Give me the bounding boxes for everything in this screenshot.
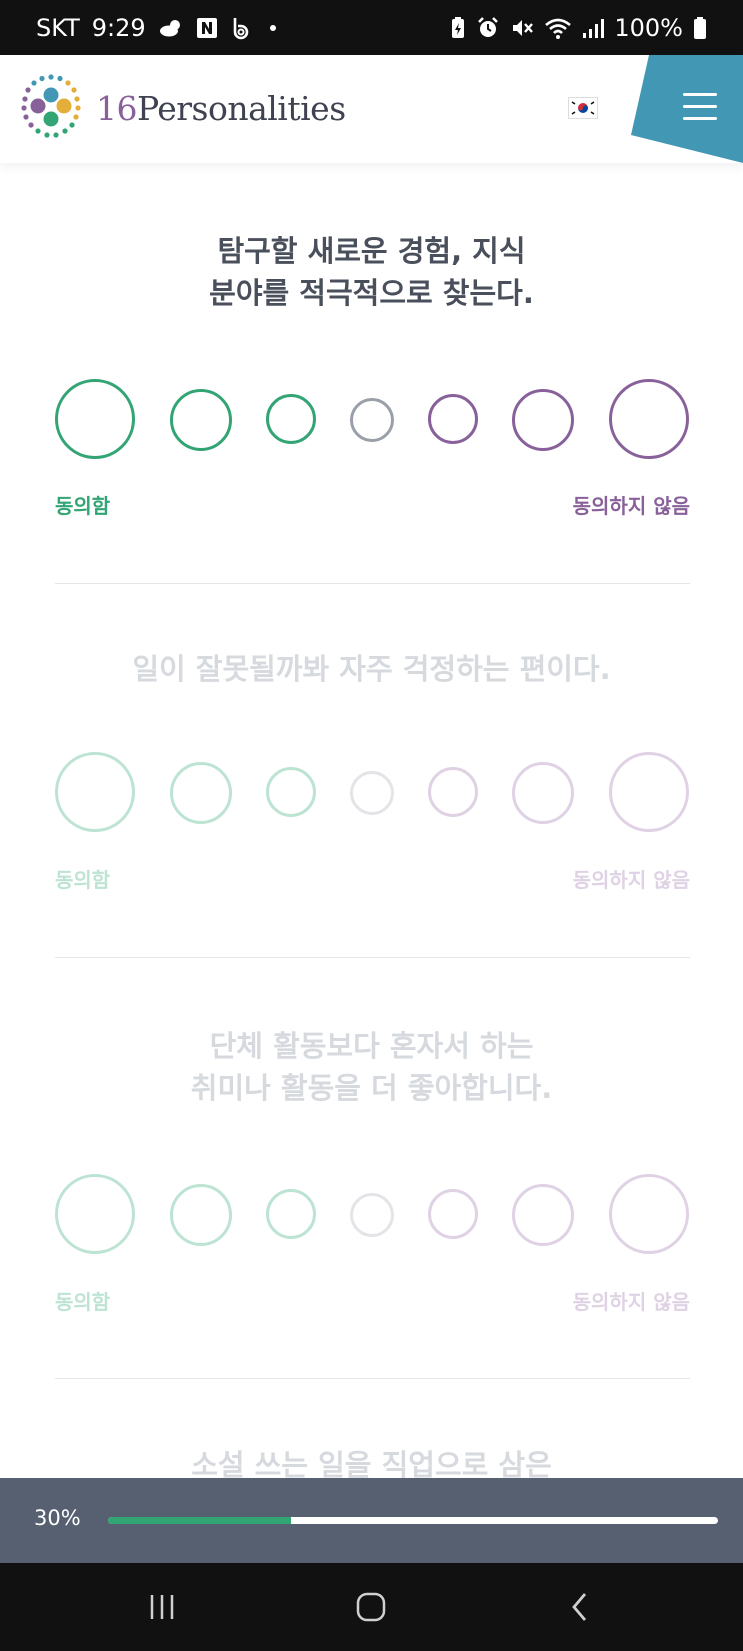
answer-slightly-agree[interactable]	[266, 1189, 316, 1239]
answer-agree[interactable]	[170, 1184, 232, 1246]
battery-saver-icon	[450, 16, 466, 40]
answer-slightly-agree[interactable]	[266, 767, 316, 817]
progress-track	[108, 1517, 718, 1524]
naver-icon	[196, 17, 218, 39]
logo-word: Personalities	[137, 88, 346, 128]
answer-scale	[0, 1172, 743, 1256]
question-line: 취미나 활동을 더 좋아합니다.	[190, 1071, 553, 1105]
progress-bar: 30%	[0, 1478, 743, 1563]
answer-neutral[interactable]	[350, 771, 394, 815]
logo-number: 16	[96, 88, 138, 128]
disagree-label: 동의하지 않음	[572, 868, 690, 892]
answer-slightly-disagree[interactable]	[428, 394, 478, 444]
home-icon[interactable]	[341, 1585, 401, 1629]
answer-agree[interactable]	[170, 762, 232, 824]
question-text: 일이 잘못될까봐 자주 걱정하는 편이다.	[60, 648, 683, 690]
question-line: 일이 잘못될까봐 자주 걱정하는 편이다.	[132, 652, 611, 686]
mute-icon	[510, 16, 534, 40]
disagree-label: 동의하지 않음	[572, 494, 690, 518]
korea-flag-icon[interactable]	[568, 97, 598, 119]
answer-disagree[interactable]	[512, 762, 574, 824]
b-app-icon	[230, 16, 252, 40]
weather-cloud-icon	[158, 18, 184, 38]
question-line: 단체 활동보다 혼자서 하는	[209, 1029, 534, 1063]
status-left: SKT 9:29	[36, 14, 276, 42]
logo-wordmark: 16Personalities	[96, 89, 346, 128]
answer-disagree[interactable]	[512, 1184, 574, 1246]
question-line: 분야를 적극적으로 찾는다.	[209, 276, 534, 310]
question-line: 탐구할 새로운 경험, 지식	[217, 234, 526, 268]
site-logo[interactable]: 16Personalities	[16, 73, 346, 143]
answer-scale	[0, 750, 743, 834]
progress-percentage: 30%	[34, 1506, 81, 1530]
back-icon[interactable]	[550, 1585, 610, 1629]
answer-scale	[0, 377, 743, 461]
answer-agree[interactable]	[170, 389, 232, 451]
disagree-label: 동의하지 않음	[572, 1290, 690, 1314]
clock: 9:29	[91, 13, 146, 42]
answer-slightly-disagree[interactable]	[428, 767, 478, 817]
battery-icon	[693, 16, 707, 40]
status-right: 100%	[450, 14, 707, 42]
alarm-icon	[476, 16, 500, 40]
status-bar: SKT 9:29 100%	[0, 0, 743, 55]
answer-strongly-agree[interactable]	[55, 1174, 135, 1254]
question-text: 단체 활동보다 혼자서 하는 취미나 활동을 더 좋아합니다.	[60, 1025, 683, 1109]
dot-icon	[269, 24, 276, 31]
agree-label: 동의함	[55, 1290, 111, 1314]
answer-strongly-disagree[interactable]	[609, 1174, 689, 1254]
answer-neutral[interactable]	[350, 1193, 394, 1237]
menu-panel	[631, 55, 743, 163]
wifi-icon	[544, 16, 572, 40]
question-text: 탐구할 새로운 경험, 지식 분야를 적극적으로 찾는다.	[60, 230, 683, 314]
answer-slightly-agree[interactable]	[266, 394, 316, 444]
answer-strongly-disagree[interactable]	[609, 752, 689, 832]
divider	[55, 583, 690, 584]
answer-strongly-agree[interactable]	[55, 752, 135, 832]
battery-label: 100%	[614, 13, 683, 42]
agree-label: 동의함	[55, 868, 111, 892]
logo-dots-icon	[21, 74, 81, 138]
progress-fill	[108, 1517, 291, 1524]
answer-slightly-disagree[interactable]	[428, 1189, 478, 1239]
answer-strongly-agree[interactable]	[55, 379, 135, 459]
divider	[55, 957, 690, 958]
divider	[55, 1378, 690, 1379]
answer-neutral[interactable]	[350, 398, 394, 442]
answer-disagree[interactable]	[512, 389, 574, 451]
carrier-label: SKT	[36, 13, 80, 42]
site-header: 16Personalities	[0, 55, 743, 163]
hamburger-menu-icon[interactable]	[683, 93, 717, 121]
system-nav-bar	[0, 1563, 743, 1651]
signal-icon	[582, 16, 605, 40]
answer-strongly-disagree[interactable]	[609, 379, 689, 459]
agree-label: 동의함	[55, 494, 111, 518]
recent-apps-icon[interactable]	[132, 1585, 192, 1629]
